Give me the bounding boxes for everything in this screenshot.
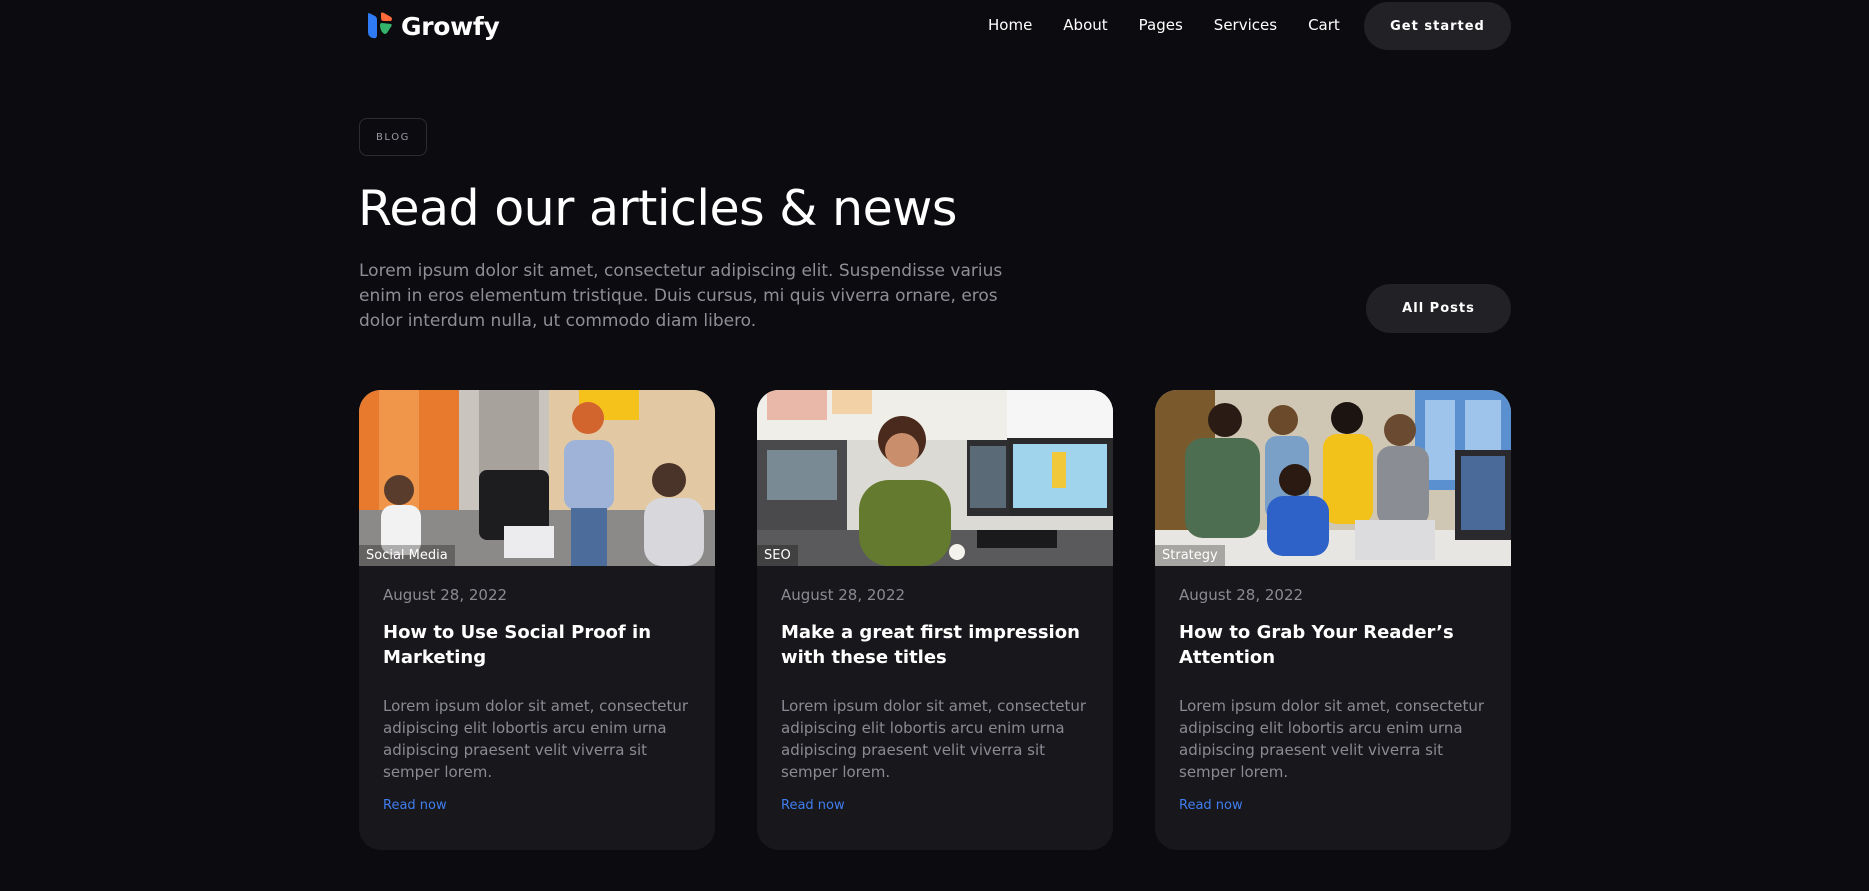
read-now-link[interactable]: Read now [383, 798, 447, 813]
nav-cart[interactable]: Cart [1308, 16, 1340, 34]
post-image[interactable]: Social Media [359, 390, 715, 566]
post-photo-designer-desk [757, 390, 1113, 566]
get-started-button[interactable]: Get started [1364, 2, 1511, 50]
all-posts-button[interactable]: All Posts [1366, 284, 1511, 333]
top-navigation: Growfy Home About Pages Services Cart Ge… [0, 0, 1869, 54]
blog-card[interactable]: Social Media August 28, 2022 How to Use … [359, 390, 715, 850]
section-intro: Lorem ipsum dolor sit amet, consectetur … [359, 261, 1003, 331]
nav-about[interactable]: About [1063, 16, 1107, 34]
brand-logo[interactable]: Growfy [365, 10, 500, 42]
post-title[interactable]: Make a great first impression with these… [781, 620, 1091, 670]
post-category: SEO [757, 545, 798, 566]
post-image[interactable]: SEO [757, 390, 1113, 566]
growfy-logo-icon [368, 12, 392, 39]
nav-services[interactable]: Services [1214, 16, 1277, 34]
read-now-link[interactable]: Read now [1179, 798, 1243, 813]
nav-pages[interactable]: Pages [1139, 16, 1183, 34]
section-tag: BLOG [359, 118, 427, 156]
post-excerpt: Lorem ipsum dolor sit amet, consectetur … [1179, 697, 1485, 781]
post-photo-office-meeting [359, 390, 715, 566]
post-date: August 28, 2022 [383, 586, 508, 604]
post-category: Social Media [359, 545, 455, 566]
post-category: Strategy [1155, 545, 1225, 566]
post-photo-team-laptop [1155, 390, 1511, 566]
blog-card[interactable]: SEO August 28, 2022 Make a great first i… [757, 390, 1113, 850]
nav-home[interactable]: Home [988, 16, 1032, 34]
page-title: Read our articles & news [358, 180, 957, 237]
post-excerpt: Lorem ipsum dolor sit amet, consectetur … [781, 697, 1087, 781]
post-date: August 28, 2022 [1179, 586, 1304, 604]
blog-card[interactable]: Strategy August 28, 2022 How to Grab You… [1155, 390, 1511, 850]
post-excerpt: Lorem ipsum dolor sit amet, consectetur … [383, 697, 689, 781]
post-image[interactable]: Strategy [1155, 390, 1511, 566]
post-title[interactable]: How to Use Social Proof in Marketing [383, 620, 693, 670]
brand-name: Growfy [401, 11, 500, 41]
post-title[interactable]: How to Grab Your Reader’s Attention [1179, 620, 1489, 670]
read-now-link[interactable]: Read now [781, 798, 845, 813]
main-menu: Home About Pages Services Cart [988, 16, 1340, 34]
post-date: August 28, 2022 [781, 586, 906, 604]
